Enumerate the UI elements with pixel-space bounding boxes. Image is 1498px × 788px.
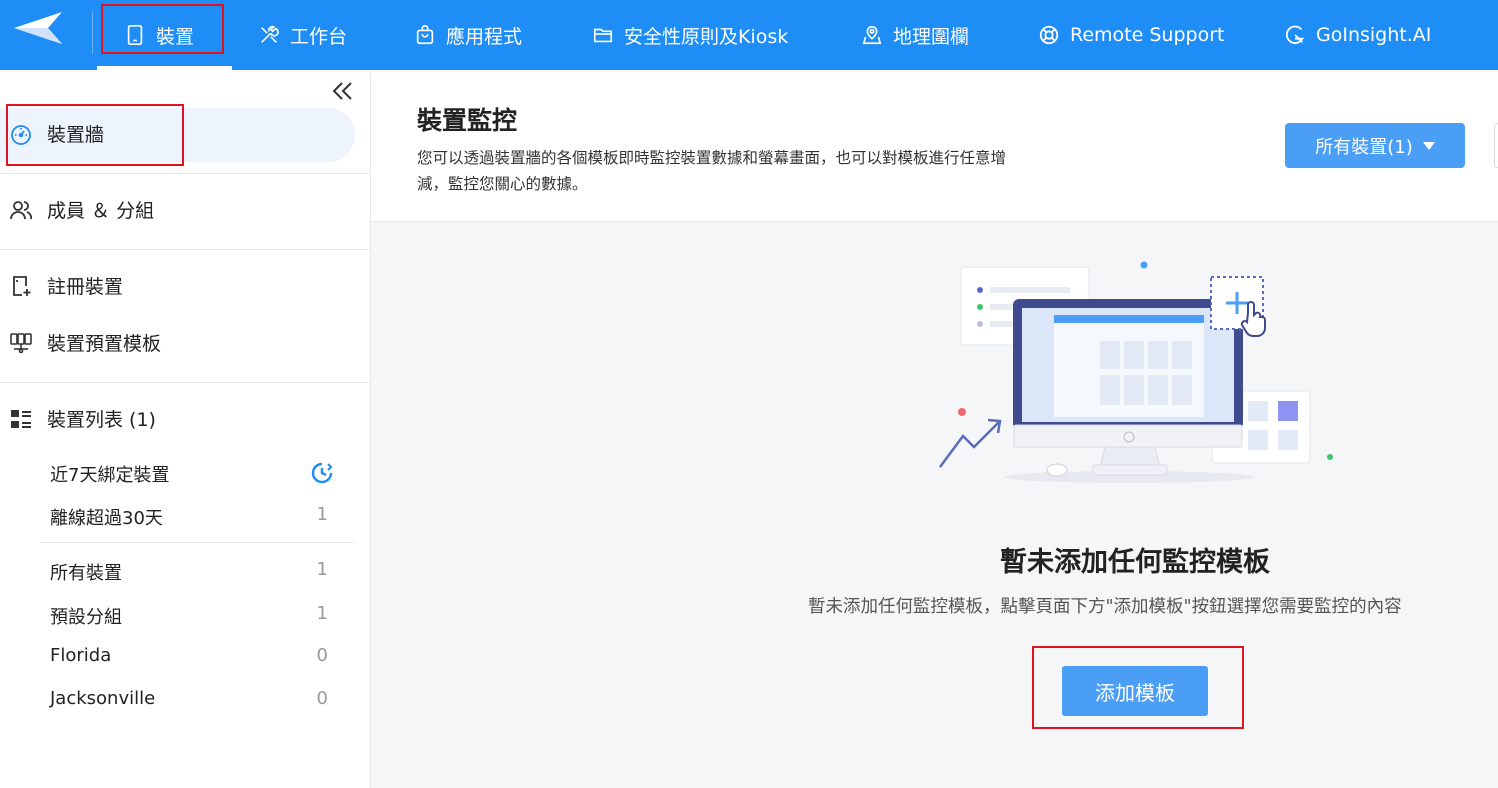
caret-down-icon: [1422, 141, 1435, 150]
shopping-bag-icon: [416, 25, 434, 45]
subitem-label: 近7天綁定裝置: [50, 465, 170, 486]
subitem-count: 1: [316, 559, 328, 580]
subitem-label: Jacksonville: [50, 688, 156, 709]
subitem-label: Florida: [50, 645, 112, 666]
sidebar-subitem-florida[interactable]: Florida 0: [50, 645, 335, 666]
recent-clock-icon: [311, 462, 333, 484]
subitem-label: 所有裝置: [50, 563, 122, 584]
sidebar-item-enroll-device[interactable]: 註冊裝置: [0, 272, 123, 299]
empty-monitor-illustration: [938, 261, 1333, 483]
settings-button-partial[interactable]: [1494, 123, 1498, 168]
logo-icon[interactable]: [10, 8, 70, 48]
sidebar-divider: [40, 542, 355, 543]
list-icon: [9, 407, 33, 431]
nav-tab-geofence[interactable]: 地理圍欄: [861, 0, 969, 70]
page-description: 您可以透過裝置牆的各個模板即時監控裝置數據和螢幕畫面，也可以對模板進行任意增減，…: [417, 149, 1007, 193]
sidebar-subitem-default-group[interactable]: 預設分組 1: [50, 603, 335, 629]
sidebar-item-label: 成員 ＆ 分組: [47, 200, 155, 222]
sidebar-subitem-all-devices[interactable]: 所有裝置 1: [50, 559, 335, 585]
subitem-count: 1: [316, 603, 328, 624]
sidebar-item-label: 註冊裝置: [47, 276, 124, 298]
sidebar-item-label: 裝置列表 (1): [47, 409, 156, 431]
nav-tab-label: Remote Support: [1070, 24, 1225, 46]
device-filter-dropdown[interactable]: 所有裝置(1): [1285, 123, 1465, 168]
map-pin-icon: [862, 25, 882, 45]
sidebar-subitem-recent-7-days[interactable]: 近7天綁定裝置: [50, 461, 335, 487]
sidebar-item-device-presets[interactable]: 裝置預置模板: [0, 329, 161, 356]
lifebuoy-icon: [1039, 25, 1059, 45]
nav-tab-remote-support[interactable]: Remote Support: [1038, 0, 1224, 70]
nav-tab-label: 地理圍欄: [893, 25, 970, 48]
nav-tab-label: 工作台: [290, 25, 348, 48]
nav-separator: [92, 12, 93, 54]
highlight-box-add-template: [1032, 646, 1244, 729]
sidebar-subitem-jacksonville[interactable]: Jacksonville 0: [50, 688, 335, 709]
nav-tab-label: GoInsight.AI: [1316, 24, 1432, 46]
sidebar-divider: [0, 382, 370, 383]
device-add-icon: [9, 274, 33, 298]
sidebar-subitem-offline-30-days[interactable]: 離線超過30天 1: [50, 504, 335, 530]
top-nav-bar: 裝置 工作台 應用程式 安全性原則及Kiosk 地理圍欄 Remote Supp…: [0, 0, 1498, 70]
nav-tab-policies-kiosk[interactable]: 安全性原則及Kiosk: [592, 0, 788, 70]
sidebar-divider: [0, 173, 370, 174]
empty-state-title: 暫未添加任何監控模板: [1000, 547, 1270, 578]
empty-state-description: 暫未添加任何監控模板，點擊頁面下方"添加模板"按鈕選擇您需要監控的內容: [808, 597, 1402, 617]
subitem-count: 0: [316, 645, 328, 666]
filter-label: 所有裝置(1): [1315, 136, 1413, 158]
users-icon: [9, 198, 33, 222]
nav-tab-workbench[interactable]: 工作台: [258, 0, 347, 70]
sidebar-item-device-list[interactable]: 裝置列表 (1): [0, 405, 156, 432]
goinsight-icon: [1285, 25, 1304, 44]
subitem-count: 1: [316, 504, 328, 525]
tools-icon: [261, 25, 279, 43]
nav-tab-apps[interactable]: 應用程式: [414, 0, 522, 70]
highlight-box-devices-tab: [101, 4, 224, 54]
sidebar-item-label: 裝置預置模板: [47, 333, 162, 355]
folder-icon: [593, 28, 613, 43]
nav-tab-label: 應用程式: [446, 25, 523, 48]
nav-tab-goinsight[interactable]: GoInsight.AI: [1284, 0, 1431, 70]
nav-tab-label: 安全性原則及Kiosk: [624, 25, 789, 48]
subitem-count: 0: [316, 688, 328, 709]
subitem-label: 離線超過30天: [50, 508, 163, 529]
device-template-icon: [9, 331, 33, 355]
page-title: 裝置監控: [417, 106, 518, 135]
collapse-sidebar-icon[interactable]: [330, 80, 356, 102]
highlight-box-device-wall: [6, 104, 184, 166]
subitem-label: 預設分組: [50, 607, 122, 628]
sidebar-item-members-groups[interactable]: 成員 ＆ 分組: [0, 196, 154, 223]
sidebar-divider: [0, 249, 370, 250]
